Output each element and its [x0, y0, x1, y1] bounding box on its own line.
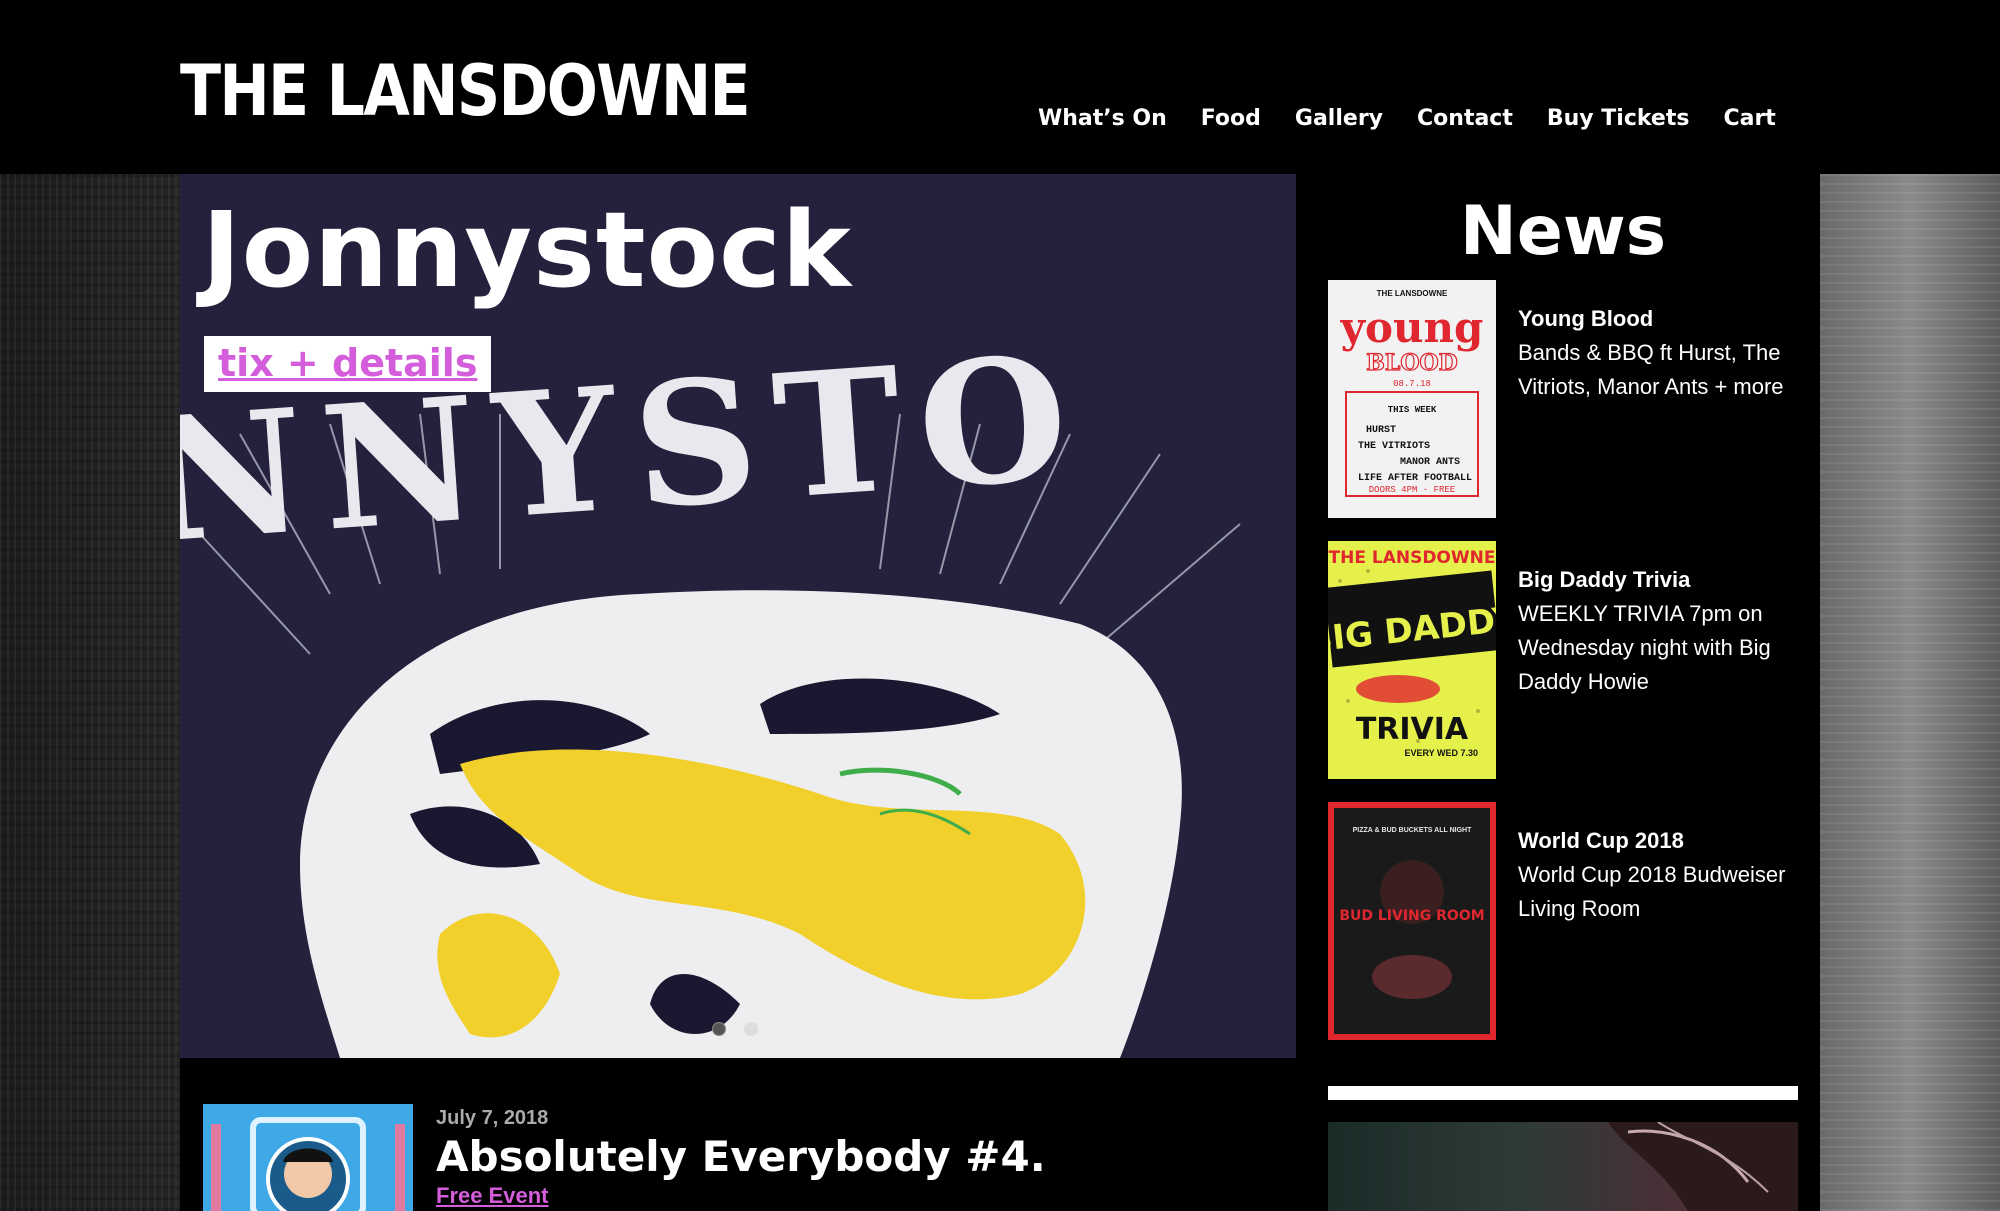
- poster-lineup-2: THE VITRIOTS: [1358, 441, 1430, 452]
- nav-food[interactable]: Food: [1201, 104, 1261, 134]
- hero-title: Jonnystock: [202, 189, 852, 311]
- slider-dots: [712, 1022, 776, 1036]
- news-title[interactable]: World Cup 2018: [1518, 824, 1788, 858]
- site-logo[interactable]: THE LANSDOWNE: [180, 56, 751, 126]
- news-description: World Cup 2018 Budweiser Living Room: [1518, 862, 1786, 921]
- event-date: July 7, 2018: [436, 1107, 549, 1129]
- hero-slider[interactable]: NNYSTO Jonnystock tix + details: [180, 174, 1296, 1058]
- nav-whats-on[interactable]: What’s On: [1038, 104, 1167, 134]
- news-description: Bands & BBQ ft Hurst, The Vitriots, Mano…: [1518, 340, 1784, 399]
- poster-week: THIS WEEK: [1388, 405, 1437, 415]
- news-item[interactable]: THE LANSDOWNE young BLOOD 08.7.18 THIS W…: [1328, 280, 1798, 520]
- event-thumbnail[interactable]: [203, 1104, 413, 1211]
- nav-cart[interactable]: Cart: [1723, 104, 1775, 134]
- poster-subtitle: TRIVIA: [1356, 712, 1469, 747]
- tix-details-button[interactable]: tix + details: [204, 336, 492, 392]
- event-tag[interactable]: Free Event: [436, 1183, 549, 1209]
- news-text: World Cup 2018 World Cup 2018 Budweiser …: [1518, 824, 1788, 926]
- news-title[interactable]: Big Daddy Trivia: [1518, 563, 1788, 597]
- bottom-photo[interactable]: [1328, 1122, 1798, 1211]
- slider-dot-2[interactable]: [744, 1022, 758, 1036]
- news-title[interactable]: Young Blood: [1518, 302, 1788, 336]
- slider-dot-1[interactable]: [712, 1022, 726, 1036]
- poster-title: young: [1340, 303, 1484, 352]
- nav-contact[interactable]: Contact: [1417, 104, 1513, 134]
- poster-subtitle: BLOOD: [1366, 350, 1457, 376]
- news-thumbnail[interactable]: THE LANSDOWNE BIG DADDY TRIVIA EVERY WED…: [1328, 541, 1496, 779]
- poster-header: THE LANSDOWNE: [1329, 548, 1496, 568]
- poster-lineup-1: HURST: [1366, 425, 1396, 436]
- news-divider: [1328, 1086, 1798, 1100]
- poster-footer: DOORS 4PM - FREE: [1369, 485, 1455, 495]
- poster-header: THE LANSDOWNE: [1377, 289, 1448, 298]
- news-text: Big Daddy Trivia WEEKLY TRIVIA 7pm on We…: [1518, 563, 1788, 699]
- poster-lineup-3: MANOR ANTS: [1400, 457, 1460, 468]
- site-header: THE LANSDOWNE What’s On Food Gallery Con…: [0, 0, 2000, 174]
- news-thumbnail[interactable]: PIZZA & BUD BUCKETS ALL NIGHT BUD LIVING…: [1328, 802, 1496, 1040]
- poster-footer: EVERY WED 7.30: [1404, 748, 1478, 758]
- background-strip: [1820, 174, 2000, 1211]
- news-item[interactable]: PIZZA & BUD BUCKETS ALL NIGHT BUD LIVING…: [1328, 802, 1798, 1042]
- poster-lineup-4: LIFE AFTER FOOTBALL: [1358, 473, 1472, 484]
- nav-gallery[interactable]: Gallery: [1295, 104, 1383, 134]
- news-description: WEEKLY TRIVIA 7pm on Wednesday night wit…: [1518, 601, 1771, 694]
- news-item[interactable]: THE LANSDOWNE BIG DADDY TRIVIA EVERY WED…: [1328, 541, 1798, 781]
- main-nav: What’s On Food Gallery Contact Buy Ticke…: [1038, 104, 1810, 134]
- news-text: Young Blood Bands & BBQ ft Hurst, The Vi…: [1518, 302, 1788, 404]
- poster-title: BUD LIVING ROOM: [1339, 908, 1484, 924]
- news-heading: News: [1459, 192, 1667, 271]
- poster-date: 08.7.18: [1393, 379, 1431, 389]
- nav-buy-tickets[interactable]: Buy Tickets: [1547, 104, 1690, 134]
- news-thumbnail[interactable]: THE LANSDOWNE young BLOOD 08.7.18 THIS W…: [1328, 280, 1496, 518]
- poster-header: PIZZA & BUD BUCKETS ALL NIGHT: [1353, 827, 1472, 834]
- event-title[interactable]: Absolutely Everybody #4.: [436, 1132, 1046, 1181]
